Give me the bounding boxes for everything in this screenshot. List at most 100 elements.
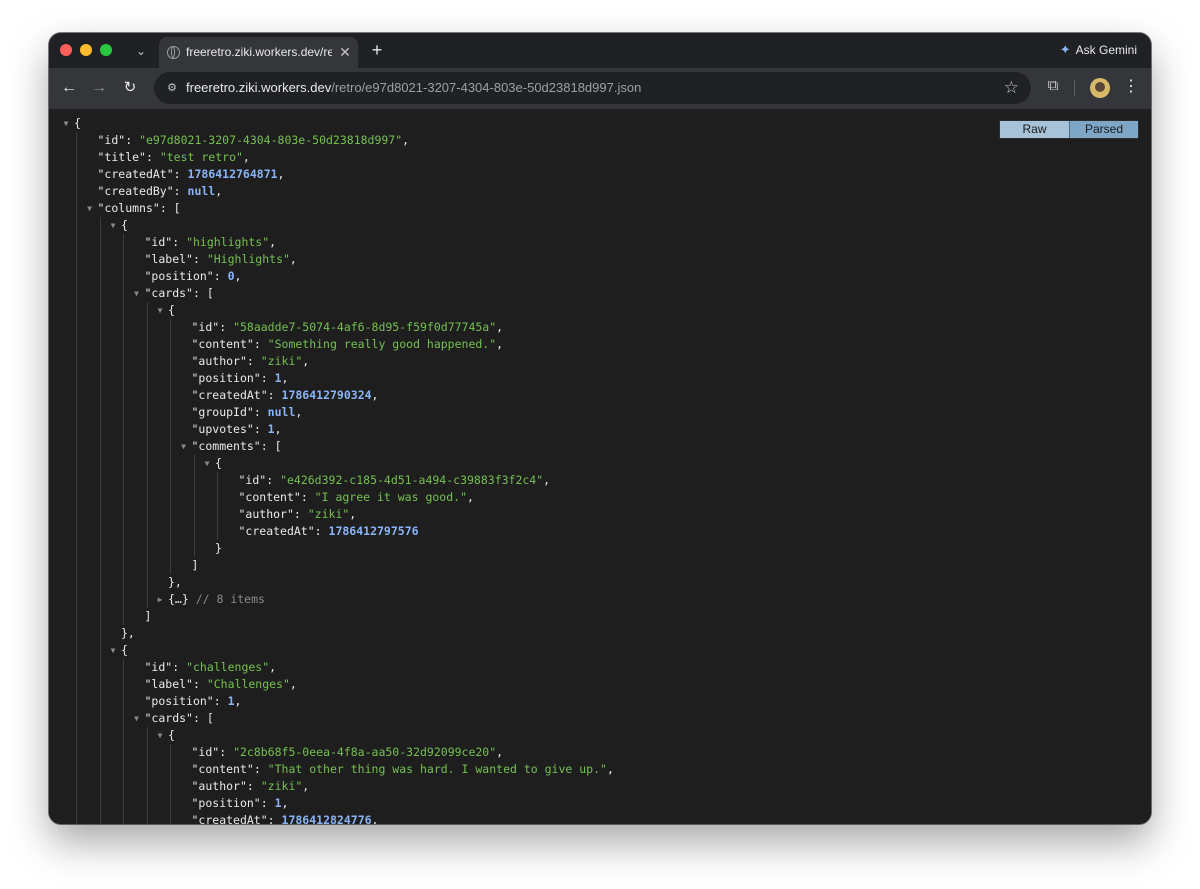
raw-button[interactable]: Raw [1000,121,1070,138]
tab-search-chevron-icon[interactable]: ⌄ [132,42,150,60]
expand-triangle-icon[interactable]: ▶ [155,591,165,608]
json-punct: ] [144,609,152,623]
json-key: "columns" [97,201,160,215]
browser-toolbar: ← → ↻ ⚙ freeretro.ziki.workers.dev/retro… [49,68,1151,110]
json-punct: : [260,371,275,385]
bookmark-star-icon[interactable]: ☆ [1004,78,1019,98]
collapse-triangle-icon[interactable]: ▼ [61,115,71,132]
minimize-window-button[interactable] [80,44,92,56]
collapse-triangle-icon[interactable]: ▼ [155,302,165,319]
json-key: "cards" [144,286,193,300]
json-string: "ziki" [307,507,350,521]
json-key: "author" [191,354,247,368]
more-menu-icon[interactable]: ⋮ [1123,77,1139,97]
json-line: { [121,642,128,659]
json-punct: , [606,762,614,776]
json-punct: , [289,677,297,691]
json-string: "challenges" [186,660,270,674]
json-punct: , [496,337,504,351]
json-key: "createdAt" [97,167,174,181]
close-window-button[interactable] [60,44,72,56]
json-string: "e426d392-c185-4d51-a494-c39883f3f2c4" [280,473,544,487]
back-arrow-icon[interactable]: ← [59,78,79,98]
maximize-window-button[interactable] [100,44,112,56]
json-line: "cards": [ [145,285,214,302]
json-punct: }, [121,626,135,640]
json-punct: : [300,490,315,504]
active-tab[interactable]: freeretro.ziki.workers.dev/retro/e97d802… [159,37,358,68]
collapse-triangle-icon[interactable]: ▼ [132,285,142,302]
parsed-button[interactable]: Parsed [1070,121,1138,138]
indent-guide [146,727,148,824]
json-key: "id" [191,320,220,334]
json-punct: : [246,354,261,368]
json-punct: { [215,456,222,470]
json-line: ] [192,557,199,574]
json-line: }, [168,574,182,591]
collapse-triangle-icon[interactable]: ▼ [85,200,95,217]
json-key: "position" [191,371,261,385]
collapse-triangle-icon[interactable]: ▼ [108,217,118,234]
json-punct: : [266,473,281,487]
indent-guide [76,132,77,824]
json-punct: , [402,133,410,147]
json-line: { [74,115,81,132]
json-punct: : [253,762,268,776]
json-number: 1 [274,371,282,385]
json-number: 1786412824776 [281,813,372,824]
json-punct: , [349,507,357,521]
url-host: freeretro.ziki.workers.dev [186,80,332,95]
new-tab-button[interactable]: + [367,40,387,60]
json-viewer: ▼{"id": "e97d8021-3207-4304-803e-50d2381… [49,109,1151,824]
json-punct: , [215,184,223,198]
json-punct: : [173,167,188,181]
json-line: "author": "ziki", [192,353,310,370]
json-line: "position": 0, [145,268,242,285]
json-string: "highlights" [186,235,270,249]
json-line: ] [145,608,152,625]
json-key: "createdBy" [97,184,174,198]
json-string: "e97d8021-3207-4304-803e-50d23818d997" [139,133,403,147]
json-key: "createdAt" [191,813,268,824]
json-key: "content" [238,490,301,504]
toolbar-divider [1074,80,1075,96]
extensions-puzzle-icon[interactable]: ⧉ [1044,77,1062,95]
json-punct: , [496,745,504,759]
json-punct: : [192,252,207,266]
reload-icon[interactable]: ↻ [120,78,140,98]
json-punct: , [295,405,303,419]
json-punct: : [213,694,228,708]
json-comment: // 8 items [195,592,265,606]
json-string: "Highlights" [206,252,290,266]
ask-gemini-button[interactable]: ✦ Ask Gemini [1060,42,1137,58]
json-line: }, [121,625,135,642]
json-punct: : [213,269,228,283]
site-settings-icon[interactable]: ⚙ [164,80,180,96]
json-punct: : [253,337,268,351]
indent-guide [193,455,195,557]
collapse-triangle-icon[interactable]: ▼ [132,710,142,727]
json-line: "author": "ziki", [192,778,310,795]
url-text[interactable]: freeretro.ziki.workers.dev/retro/e97d802… [186,80,641,95]
json-punct: : [253,405,268,419]
profile-avatar[interactable] [1090,78,1110,98]
json-punct: : [173,184,188,198]
forward-arrow-icon[interactable]: → [89,78,109,98]
json-line: "id": "e97d8021-3207-4304-803e-50d23818d… [98,132,410,149]
collapse-triangle-icon[interactable]: ▼ [155,727,165,744]
json-keyword: null [267,405,296,419]
collapse-triangle-icon[interactable]: ▼ [179,438,189,455]
json-line: "cards": [ [145,710,214,727]
json-number: 0 [227,269,235,283]
json-string: "Something really good happened." [267,337,497,351]
json-punct: , [269,660,277,674]
collapse-triangle-icon[interactable]: ▼ [202,455,212,472]
collapse-triangle-icon[interactable]: ▼ [108,642,118,659]
json-punct: , [277,167,285,181]
indent-guide [146,302,148,608]
json-number: 1 [227,694,235,708]
json-line: "position": 1, [192,795,289,812]
close-tab-icon[interactable]: ✕ [337,44,353,60]
address-bar[interactable]: ⚙ freeretro.ziki.workers.dev/retro/e97d8… [154,72,1031,104]
json-punct: : [ [192,711,214,725]
